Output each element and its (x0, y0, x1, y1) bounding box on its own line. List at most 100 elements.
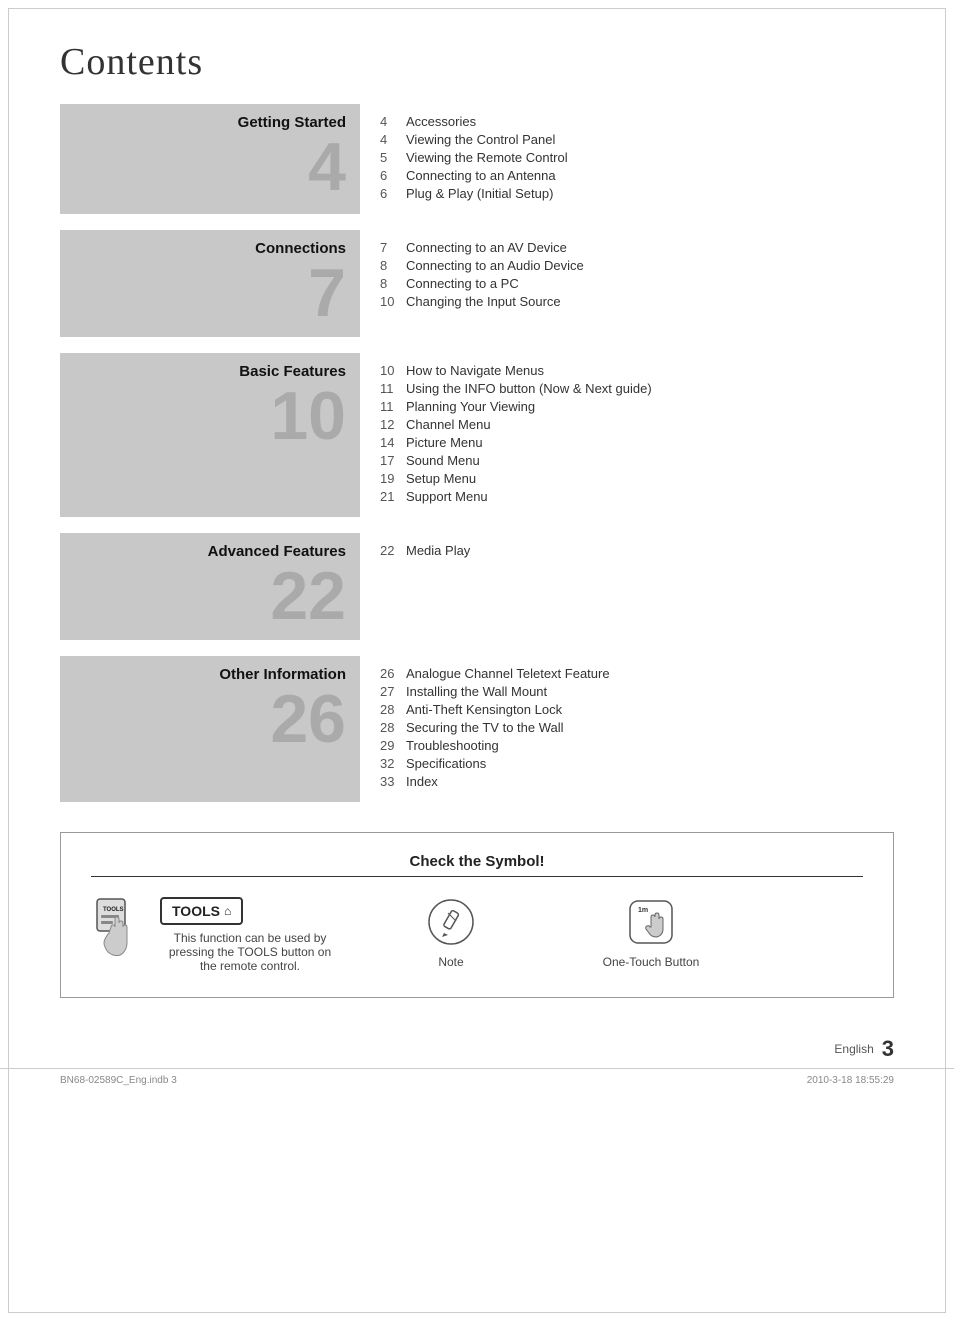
entry-text: Using the INFO button (Now & Next guide) (406, 381, 894, 396)
section-number-other-information: 26 (270, 685, 346, 753)
table-row: 4Viewing the Control Panel (380, 132, 894, 147)
table-row: 32Specifications (380, 756, 894, 771)
section-entries-basic-features: 10How to Navigate Menus 11Using the INFO … (360, 353, 894, 517)
section-number-connections: 7 (308, 259, 346, 327)
one-touch-icon-svg: 1m (626, 897, 676, 947)
table-row: 19Setup Menu (380, 471, 894, 486)
entry-text: Installing the Wall Mount (406, 684, 894, 699)
entry-page-num: 33 (380, 774, 406, 789)
table-row: 5Viewing the Remote Control (380, 150, 894, 165)
table-row: 29Troubleshooting (380, 738, 894, 753)
entry-text: Support Menu (406, 489, 894, 504)
section-number-basic-features: 10 (270, 382, 346, 450)
note-icon-svg (426, 897, 476, 947)
entry-text: Accessories (406, 114, 894, 129)
entry-page-num: 32 (380, 756, 406, 771)
table-row: 28Anti-Theft Kensington Lock (380, 702, 894, 717)
entry-page-num: 10 (380, 363, 406, 378)
entry-text: Securing the TV to the Wall (406, 720, 894, 735)
table-row: 10How to Navigate Menus (380, 363, 894, 378)
entry-page-num: 29 (380, 738, 406, 753)
table-row: 27Installing the Wall Mount (380, 684, 894, 699)
table-row: 4Accessories (380, 114, 894, 129)
section-entries-advanced-features: 22Media Play (360, 533, 894, 640)
entry-text: Media Play (406, 543, 894, 558)
section-number-getting-started: 4 (308, 133, 346, 201)
entry-text: Plug & Play (Initial Setup) (406, 186, 894, 201)
entry-page-num: 17 (380, 453, 406, 468)
entry-page-num: 19 (380, 471, 406, 486)
entry-text: Connecting to an Antenna (406, 168, 894, 183)
table-row: 8Connecting to an Audio Device (380, 258, 894, 273)
entry-text: Setup Menu (406, 471, 894, 486)
table-row: 14Picture Menu (380, 435, 894, 450)
section-label-box-other-information: Other Information26 (60, 656, 360, 802)
entry-page-num: 4 (380, 114, 406, 129)
note-label: Note (438, 955, 463, 969)
entry-page-num: 14 (380, 435, 406, 450)
tools-description-area: TOOLS ⌂ This function can be used by pre… (160, 897, 340, 973)
svg-text:TOOLS: TOOLS (103, 907, 124, 913)
tools-button-label: TOOLS ⌂ (160, 897, 243, 925)
svg-text:1m: 1m (638, 907, 648, 914)
table-row: 6Connecting to an Antenna (380, 168, 894, 183)
entry-page-num: 28 (380, 720, 406, 735)
one-touch-label: One-Touch Button (603, 955, 700, 969)
table-row: 10Changing the Input Source (380, 294, 894, 309)
table-row: 26Analogue Channel Teletext Feature (380, 666, 894, 681)
entry-text: Connecting to a PC (406, 276, 894, 291)
footer: English 3 (0, 1028, 954, 1068)
entry-page-num: 5 (380, 150, 406, 165)
entry-text: Channel Menu (406, 417, 894, 432)
table-row: 17Sound Menu (380, 453, 894, 468)
tools-description-text: This function can be used by pressing th… (160, 931, 340, 973)
entry-page-num: 12 (380, 417, 406, 432)
table-row: 11Using the INFO button (Now & Next guid… (380, 381, 894, 396)
section-label-box-connections: Connections7 (60, 230, 360, 337)
tools-hand-icon: TOOLS (91, 897, 146, 959)
entry-text: Viewing the Remote Control (406, 150, 894, 165)
bottom-filename: BN68-02589C_Eng.indb 3 (60, 1075, 177, 1086)
table-row: 6Plug & Play (Initial Setup) (380, 186, 894, 201)
note-symbol-item: Note (351, 897, 551, 969)
entry-text: Viewing the Control Panel (406, 132, 894, 147)
entry-text: Sound Menu (406, 453, 894, 468)
tools-symbol-item: TOOLS TOOLS ⌂ This function can be used … (91, 897, 351, 973)
section-entries-other-information: 26Analogue Channel Teletext Feature 27Ins… (360, 656, 894, 802)
symbol-icons-row: TOOLS TOOLS ⌂ This function can be used … (91, 897, 863, 973)
toc-section-other-information: Other Information2626Analogue Channel Te… (60, 656, 894, 802)
entry-text: Index (406, 774, 894, 789)
one-touch-symbol-item: 1m One-Touch Button (551, 897, 751, 969)
toc-section-getting-started: Getting Started44Accessories4Viewing the… (60, 104, 894, 214)
entry-text: Troubleshooting (406, 738, 894, 753)
toc-section-advanced-features: Advanced Features2222Media Play (60, 533, 894, 640)
page-content: Contents Getting Started44Accessories4Vi… (0, 0, 954, 1028)
entry-page-num: 4 (380, 132, 406, 147)
page-title: Contents (60, 40, 894, 84)
toc-section-connections: Connections77Connecting to an AV Device8… (60, 230, 894, 337)
entry-page-num: 8 (380, 276, 406, 291)
entry-page-num: 22 (380, 543, 406, 558)
entry-text: Planning Your Viewing (406, 399, 894, 414)
entry-page-num: 8 (380, 258, 406, 273)
table-row: 11Planning Your Viewing (380, 399, 894, 414)
table-row: 7Connecting to an AV Device (380, 240, 894, 255)
table-row: 33Index (380, 774, 894, 789)
table-row: 28Securing the TV to the Wall (380, 720, 894, 735)
bottom-bar: BN68-02589C_Eng.indb 3 2010-3-18 18:55:2… (0, 1068, 954, 1092)
symbol-box: Check the Symbol! TOOLS (60, 832, 894, 998)
entry-page-num: 27 (380, 684, 406, 699)
entry-page-num: 28 (380, 702, 406, 717)
tools-icon-symbol: ⌂ (224, 904, 231, 918)
section-number-advanced-features: 22 (270, 562, 346, 630)
footer-page-number: 3 (882, 1036, 894, 1062)
table-row: 21Support Menu (380, 489, 894, 504)
section-entries-connections: 7Connecting to an AV Device8Connecting t… (360, 230, 894, 337)
entry-text: Picture Menu (406, 435, 894, 450)
entry-text: Connecting to an AV Device (406, 240, 894, 255)
entry-page-num: 11 (380, 381, 406, 396)
table-row: 8Connecting to a PC (380, 276, 894, 291)
entry-page-num: 7 (380, 240, 406, 255)
symbol-box-title: Check the Symbol! (91, 853, 863, 877)
table-row: 22Media Play (380, 543, 894, 558)
